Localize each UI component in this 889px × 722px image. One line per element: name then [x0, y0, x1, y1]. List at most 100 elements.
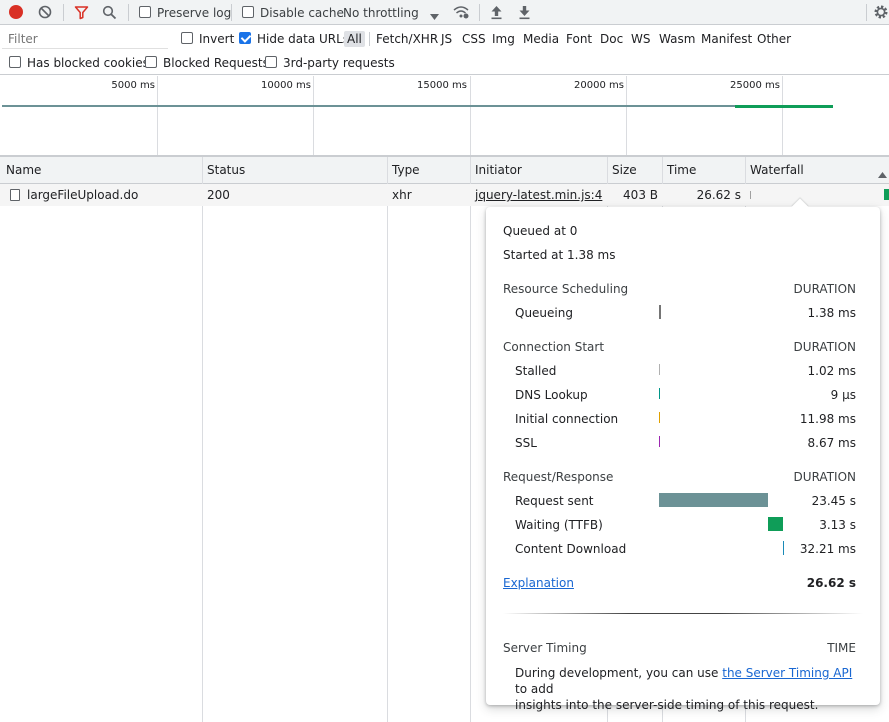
request-type: xhr	[392, 188, 412, 202]
column-header-status[interactable]: Status	[203, 157, 245, 184]
timing-label-ssl: SSL	[515, 436, 537, 450]
blocked-requests-checkbox[interactable]	[145, 56, 157, 68]
overview-gridline	[626, 76, 627, 156]
request-initiator-link[interactable]: jquery-latest.min.js:4	[475, 188, 602, 202]
preserve-log-label: Preserve log	[157, 6, 232, 20]
timing-label-waiting: Waiting (TTFB)	[515, 518, 603, 532]
hide-data-urls-checkbox[interactable]	[239, 32, 251, 44]
filter-type-img[interactable]: Img	[489, 31, 518, 47]
third-party-checkbox[interactable]	[265, 56, 277, 68]
timing-bar-queueing	[659, 305, 661, 319]
gear-icon[interactable]	[873, 4, 889, 20]
filter-type-js[interactable]: JS	[438, 31, 455, 47]
timing-popover: Queued at 0 Started at 1.38 ms Resource …	[486, 198, 880, 712]
timing-bar-stalled	[659, 364, 660, 375]
filter-type-fetch-xhr[interactable]: Fetch/XHR	[373, 31, 441, 47]
overview-gridline	[157, 76, 158, 156]
disable-cache-checkbox[interactable]	[242, 6, 254, 18]
filter-type-manifest[interactable]: Manifest	[698, 31, 755, 47]
filter-type-media[interactable]: Media	[520, 31, 562, 47]
blocked-requests-label: Blocked Requests	[163, 56, 269, 70]
blocked-cookies-label: Has blocked cookies	[27, 56, 149, 70]
section-request-response: Request/Response	[503, 470, 614, 484]
disable-cache-label: Disable cache	[260, 6, 344, 20]
filter-type-other[interactable]: Other	[754, 31, 794, 47]
hide-data-urls-label: Hide data URLs	[257, 32, 350, 46]
filter-type-font[interactable]: Font	[563, 31, 595, 47]
preserve-log-checkbox[interactable]	[139, 6, 151, 18]
column-header-type[interactable]: Type	[388, 157, 420, 184]
column-header-initiator[interactable]: Initiator	[471, 157, 522, 184]
column-header-time[interactable]: Time	[663, 157, 696, 184]
server-timing-api-link[interactable]: the Server Timing API	[722, 666, 852, 680]
overview-waiting-bar	[735, 105, 833, 108]
waterfall-waiting-bar	[884, 189, 889, 200]
server-timing-note-text: During development, you can use	[515, 666, 723, 680]
main-toolbar	[0, 0, 889, 25]
overview-gridline	[782, 76, 783, 156]
duration-header: DURATION	[793, 282, 856, 296]
toolbar-divider	[63, 4, 64, 21]
explanation-link[interactable]: Explanation	[503, 576, 574, 590]
timing-label-initial-connection: Initial connection	[515, 412, 619, 426]
throttling-select[interactable]: No throttling	[343, 6, 419, 20]
timing-bar-request-sent	[659, 493, 768, 507]
toolbar-divider	[866, 4, 867, 21]
toolbar-divider	[479, 4, 480, 21]
started-at: Started at 1.38 ms	[503, 248, 616, 262]
export-har-icon[interactable]	[518, 4, 531, 20]
filter-input[interactable]	[2, 29, 168, 49]
queued-at: Queued at 0	[503, 224, 578, 238]
column-divider[interactable]	[202, 157, 203, 722]
filter-type-doc[interactable]: Doc	[597, 31, 626, 47]
import-har-icon[interactable]	[490, 4, 503, 20]
timing-bar-ssl	[659, 436, 660, 447]
column-header-waterfall[interactable]: Waterfall	[746, 157, 804, 184]
timing-value-request-sent: 23.45 s	[811, 494, 856, 508]
timing-label-dns: DNS Lookup	[515, 388, 588, 402]
timing-value-queueing: 1.38 ms	[807, 306, 856, 320]
blocked-cookies-checkbox[interactable]	[9, 56, 21, 68]
overview-tick: 20000 ms	[574, 80, 624, 91]
server-timing-note-text: insights into the server-side timing of …	[515, 698, 819, 712]
request-name[interactable]: largeFileUpload.do	[27, 188, 138, 202]
timing-bar-dns	[659, 388, 660, 399]
toolbar-divider	[231, 4, 232, 21]
section-resource-scheduling: Resource Scheduling	[503, 282, 629, 296]
column-header-name[interactable]: Name	[2, 157, 41, 184]
overview-tick: 5000 ms	[111, 80, 155, 91]
filter-type-css[interactable]: CSS	[459, 31, 489, 47]
timing-value-dns: 9 µs	[830, 388, 856, 402]
invert-checkbox[interactable]	[181, 32, 193, 44]
document-icon	[10, 189, 20, 201]
sort-up-icon[interactable]	[878, 167, 887, 178]
timing-label-stalled: Stalled	[515, 364, 557, 378]
overview-gridline	[470, 76, 471, 156]
timing-value-initial-connection: 11.98 ms	[799, 412, 856, 426]
timing-value-content-download: 32.21 ms	[799, 542, 856, 556]
section-connection-start: Connection Start	[503, 340, 605, 354]
column-header-size[interactable]: Size	[608, 157, 637, 184]
filter-type-ws[interactable]: WS	[628, 31, 653, 47]
timing-label-request-sent: Request sent	[515, 494, 594, 508]
server-timing-note: During development, you can use the Serv…	[515, 665, 860, 713]
overview-tick: 25000 ms	[730, 80, 780, 91]
network-conditions-icon[interactable]	[452, 4, 470, 20]
column-divider[interactable]	[470, 157, 471, 722]
timing-value-waiting: 3.13 s	[819, 518, 856, 532]
server-timing-note-text: to add	[515, 682, 554, 696]
filter-icon[interactable]	[74, 5, 89, 20]
invert-label: Invert	[199, 32, 235, 46]
column-divider[interactable]	[387, 157, 388, 722]
clear-icon[interactable]	[38, 5, 52, 19]
filter-type-wasm[interactable]: Wasm	[656, 31, 698, 47]
request-time: 26.62 s	[696, 188, 741, 202]
timing-label-content-download: Content Download	[515, 542, 627, 556]
request-size: 403 B	[623, 188, 658, 202]
record-icon[interactable]	[9, 5, 23, 19]
timing-total: 26.62 s	[806, 576, 856, 590]
chevron-down-icon[interactable]	[430, 9, 439, 20]
request-status: 200	[207, 188, 230, 202]
filter-type-all[interactable]: All	[344, 31, 365, 47]
search-icon[interactable]	[102, 5, 117, 20]
